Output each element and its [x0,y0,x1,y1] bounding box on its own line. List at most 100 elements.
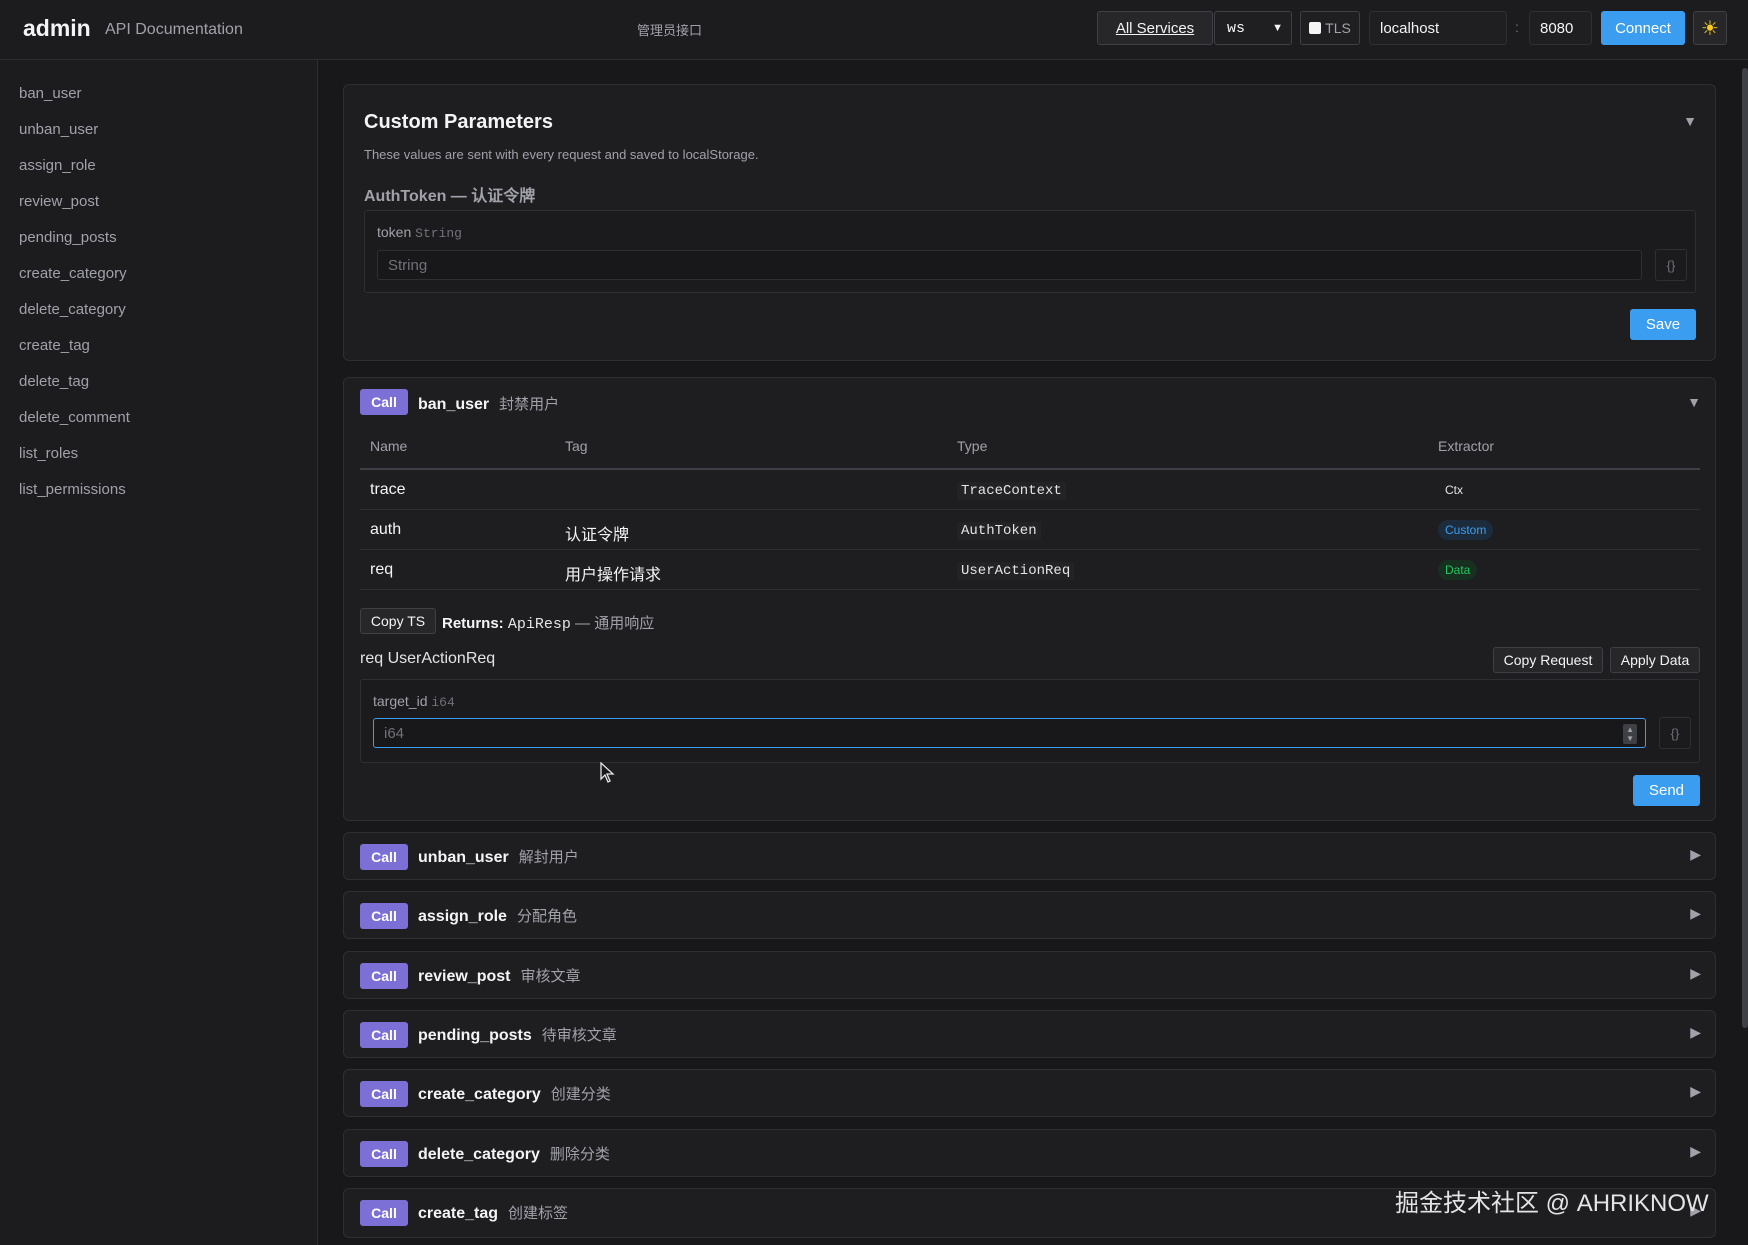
operation-title: create_tag 创建标签 [418,1202,568,1223]
apply-data-button[interactable]: Apply Data [1610,647,1700,673]
column-header-name: Name [370,438,408,454]
param-name: req [370,561,394,578]
column-header-extractor: Extractor [1438,438,1495,454]
send-button[interactable]: Send [1633,775,1700,806]
operation-name: unban_user [418,849,509,866]
extractor-badge: Ctx [1445,483,1463,497]
main-scrollbar[interactable] [1742,68,1748,1028]
custom-parameters-card: Custom Parameters ▼ These values are sen… [343,84,1716,361]
returns-label: Returns: [442,615,504,632]
operation-description: 待审核文章 [541,1027,617,1044]
returns-info: Returns: ApiResp — 通用响应 [442,612,654,633]
token-json-button[interactable]: {} [1655,249,1687,281]
param-type: TraceContext [957,482,1066,500]
param-name: trace [370,481,406,498]
target-id-placeholder: i64 [384,724,405,742]
param-tag: 认证令牌 [565,527,630,544]
sidebar-item-create-tag[interactable]: create_tag [19,337,90,354]
operation-name: review_post [418,968,511,985]
target-id-field-label: target_id i64 [373,693,455,710]
port-input[interactable]: 8080 [1529,11,1592,45]
copy-request-button[interactable]: Copy Request [1493,647,1603,673]
sidebar-item-create-category[interactable]: create_category [19,265,127,282]
operation-name: create_tag [418,1205,499,1222]
operation-header[interactable]: ban_user 封禁用户 [418,393,559,414]
sidebar-item-review-post[interactable]: review_post [19,193,99,210]
token-input[interactable]: String [377,250,1642,280]
protocol-select[interactable]: ws ▼ [1214,11,1292,45]
watermark: 掘金技术社区 @ AHRIKNOW [1395,1190,1709,1217]
top-bar: admin API Documentation 管理员接口 All Servic… [0,0,1748,60]
sidebar-item-list-permissions[interactable]: list_permissions [19,481,126,498]
operation-title: unban_user 解封用户 [418,846,579,867]
operation-card-pending-posts[interactable]: Call pending_posts 待审核文章 ▶ [343,1010,1716,1058]
custom-parameters-description: These values are sent with every request… [364,147,759,162]
number-stepper-icon[interactable]: ▲ ▼ [1623,724,1637,744]
target-id-json-button[interactable]: {} [1659,717,1691,749]
operation-card-assign-role[interactable]: Call assign_role 分配角色 ▶ [343,891,1716,939]
sidebar-item-unban-user[interactable]: unban_user [19,121,98,138]
operation-title: delete_category 删除分类 [418,1143,610,1164]
connect-button[interactable]: Connect [1601,11,1685,45]
copy-ts-button[interactable]: Copy TS [360,608,436,634]
operation-description: 审核文章 [520,968,581,985]
sidebar-item-assign-role[interactable]: assign_role [19,157,96,174]
save-button[interactable]: Save [1630,309,1696,340]
all-services-button[interactable]: All Services [1097,11,1213,45]
request-title: req UserActionReq [360,650,496,667]
operation-card-unban-user[interactable]: Call unban_user 解封用户 ▶ [343,832,1716,880]
call-badge: Call [360,1141,408,1167]
mouse-cursor-icon [600,762,615,783]
tls-checkbox[interactable] [1309,22,1322,34]
host-input[interactable]: localhost [1369,11,1507,45]
column-header-type: Type [957,438,988,454]
expand-icon[interactable]: ▶ [1690,1083,1701,1100]
call-badge: Call [360,963,408,989]
table-row: auth 认证令牌 AuthToken Custom [360,510,1700,550]
token-field-label: token String [377,224,462,241]
token-field-group: token String String {} [364,210,1696,293]
sidebar-item-delete-tag[interactable]: delete_tag [19,373,89,390]
expand-icon[interactable]: ▶ [1690,846,1701,863]
tls-toggle[interactable]: TLS [1300,11,1360,45]
operation-title: create_category 创建分类 [418,1083,611,1104]
token-field-name: token [377,224,412,240]
host-port-separator: : [1515,19,1519,35]
sidebar-item-delete-category[interactable]: delete_category [19,301,126,318]
sidebar-item-ban-user[interactable]: ban_user [19,85,82,102]
call-badge: Call [360,903,408,929]
returns-type: ApiResp [507,616,571,633]
app-title: admin [23,15,91,41]
theme-toggle-button[interactable]: ☀ [1693,11,1727,45]
service-description: 管理员接口 [637,23,703,38]
target-id-field-name: target_id [373,693,428,709]
operation-card-review-post[interactable]: Call review_post 审核文章 ▶ [343,951,1716,999]
operation-card-ban-user: Call ban_user 封禁用户 ▼ Name Tag Type Extrac… [343,377,1716,821]
expand-icon[interactable]: ▶ [1690,905,1701,922]
sidebar-item-pending-posts[interactable]: pending_posts [19,229,117,246]
expand-icon[interactable]: ▶ [1690,965,1701,982]
operation-description: 分配角色 [516,908,577,925]
call-badge: Call [360,1022,408,1048]
target-id-input[interactable]: i64 ▲ ▼ [373,718,1646,748]
column-header-tag: Tag [565,438,588,454]
token-field-type: String [415,226,462,241]
operation-card-delete-category[interactable]: Call delete_category 删除分类 ▶ [343,1129,1716,1177]
tls-label: TLS [1325,20,1351,36]
sidebar: ban_user unban_user assign_role review_p… [0,60,318,1245]
call-badge: Call [360,1200,408,1226]
call-badge: Call [360,389,408,415]
expand-icon[interactable]: ▶ [1690,1024,1701,1041]
operation-card-create-category[interactable]: Call create_category 创建分类 ▶ [343,1069,1716,1117]
expand-icon[interactable]: ▶ [1690,1143,1701,1160]
sidebar-item-delete-comment[interactable]: delete_comment [19,409,130,426]
table-row: trace TraceContext Ctx [360,470,1700,510]
extractor-badge: Custom [1438,520,1494,540]
collapse-icon[interactable]: ▼ [1683,113,1697,129]
sidebar-item-list-roles[interactable]: list_roles [19,445,78,462]
call-badge: Call [360,1081,408,1107]
collapse-icon[interactable]: ▼ [1687,394,1701,410]
returns-description: — 通用响应 [575,615,655,632]
operation-title: pending_posts 待审核文章 [418,1024,617,1045]
table-row: req 用户操作请求 UserActionReq Data [360,550,1700,590]
